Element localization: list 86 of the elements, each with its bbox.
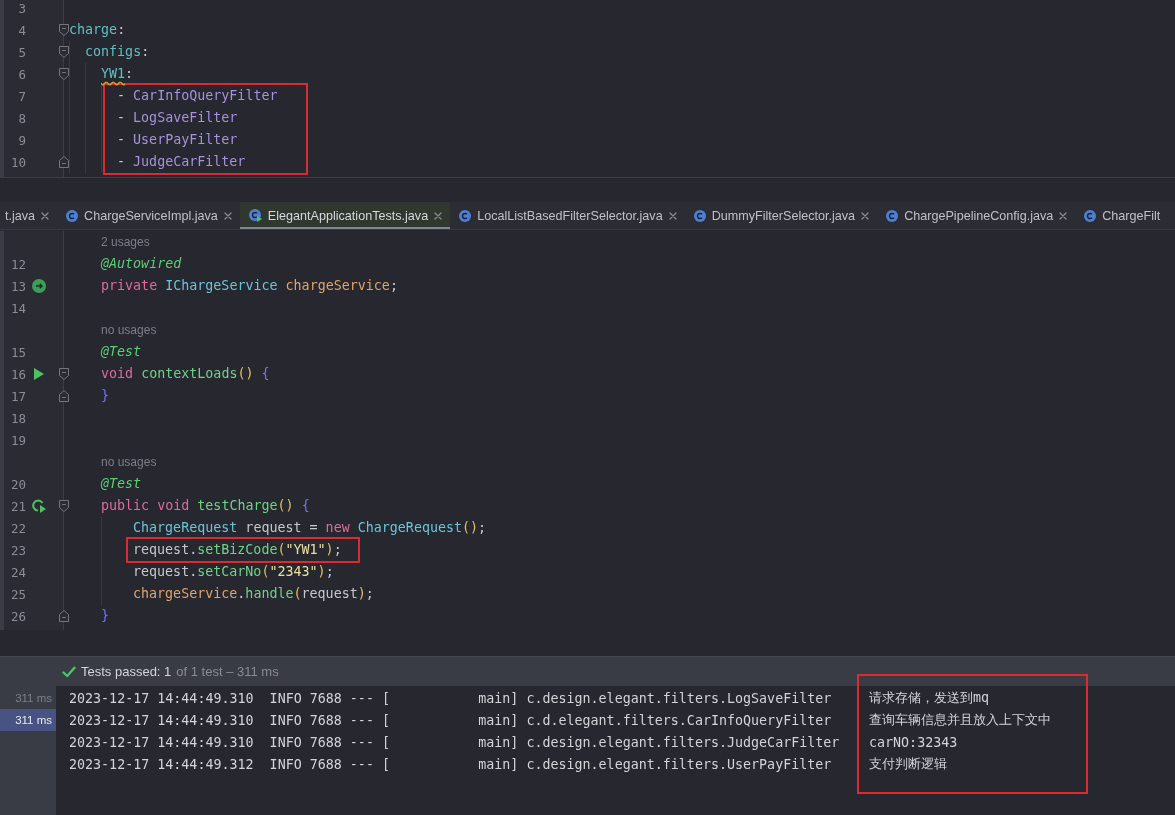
c-disc-icon bbox=[886, 209, 899, 222]
refresh-play-icon[interactable] bbox=[32, 499, 46, 513]
editor-tab[interactable]: LocalListBasedFilterSelector.java bbox=[450, 202, 685, 229]
line-number: 7 bbox=[18, 88, 26, 104]
run-icon[interactable] bbox=[34, 368, 44, 380]
code-line: void contextLoads() { bbox=[101, 365, 270, 383]
code-line: YW1: bbox=[101, 65, 134, 83]
fold-start-icon[interactable] bbox=[59, 46, 69, 58]
editor-tab[interactable]: t.java bbox=[0, 202, 58, 229]
code-line: ChargeRequest request = new ChargeRequest(); bbox=[133, 519, 487, 537]
code-line: chargeService.handle(request); bbox=[133, 585, 374, 603]
usage-hint[interactable]: no usages bbox=[101, 323, 157, 337]
code-line: configs: bbox=[85, 43, 150, 61]
log-message: 查询车辆信息并且放入上下文中 bbox=[869, 711, 1051, 729]
line-number: 9 bbox=[18, 132, 26, 148]
close-icon[interactable] bbox=[41, 211, 50, 220]
test-status: Tests passed: 1 bbox=[81, 664, 172, 679]
code-line: - LogSaveFilter bbox=[117, 109, 238, 127]
code-line: @Autowired bbox=[101, 255, 182, 273]
log-line: 2023-12-17 14:44:49.312 INFO 7688 --- [ main] c.design.elegant.filters.UserPayFilter bbox=[69, 756, 832, 772]
line-number: 20 bbox=[10, 476, 26, 492]
fold-end-icon[interactable] bbox=[59, 610, 69, 622]
line-number: 25 bbox=[10, 586, 26, 602]
line-number: 12 bbox=[10, 256, 26, 272]
c-disc-play-icon bbox=[248, 209, 262, 222]
editor-tab[interactable]: ElegantApplicationTests.java bbox=[239, 202, 451, 229]
line-number: 14 bbox=[10, 300, 26, 316]
line-number: 16 bbox=[10, 366, 26, 382]
line-number: 19 bbox=[10, 432, 26, 448]
log-line: 2023-12-17 14:44:49.310 INFO 7688 --- [ main] c.design.elegant.filters.LogSaveFilter bbox=[69, 690, 832, 706]
line-number: 21 bbox=[10, 498, 26, 514]
line-number: 17 bbox=[10, 388, 26, 404]
line-number: 6 bbox=[18, 66, 26, 82]
log-message: 请求存储，发送到mq bbox=[869, 689, 990, 707]
code-line: - CarInfoQueryFilter bbox=[117, 87, 278, 105]
line-number: 23 bbox=[10, 542, 26, 558]
c-disc-icon bbox=[1084, 209, 1097, 222]
editor-tab[interactable]: ChargePipelineConfig.java bbox=[877, 202, 1076, 229]
fold-end-icon[interactable] bbox=[59, 156, 69, 168]
code-line: charge: bbox=[69, 21, 126, 39]
editor-tab[interactable]: ChargeServiceImpl.java bbox=[57, 202, 240, 229]
code-line: } bbox=[101, 387, 110, 405]
usage-hint[interactable]: no usages bbox=[101, 455, 157, 469]
close-icon[interactable] bbox=[223, 211, 232, 220]
code-line: @Test bbox=[101, 343, 142, 361]
test-duration-item[interactable]: 311 ms bbox=[0, 709, 56, 731]
line-number: 13 bbox=[10, 278, 26, 294]
line-number: 10 bbox=[10, 154, 26, 170]
close-icon[interactable] bbox=[668, 211, 677, 220]
code-line: } bbox=[101, 607, 110, 625]
c-disc-icon bbox=[66, 209, 79, 222]
code-line: request.setCarNo("2343"); bbox=[133, 563, 334, 581]
editor-tab[interactable]: ChargeFilt bbox=[1075, 202, 1161, 229]
log-message: 支付判断逻辑 bbox=[869, 755, 947, 773]
line-number: 22 bbox=[10, 520, 26, 536]
log-line: 2023-12-17 14:44:49.310 INFO 7688 --- [ main] c.design.elegant.filters.JudgeCarFilter bbox=[69, 734, 840, 750]
fold-end-icon[interactable] bbox=[59, 390, 69, 402]
fold-start-icon[interactable] bbox=[59, 368, 69, 380]
test-detail: of 1 test – 311 ms bbox=[176, 664, 279, 679]
code-line: private IChargeService chargeService; bbox=[101, 277, 398, 295]
line-number: 24 bbox=[10, 564, 26, 580]
fold-start-icon[interactable] bbox=[59, 500, 69, 512]
code-line: - UserPayFilter bbox=[117, 131, 238, 149]
line-number: 8 bbox=[18, 110, 26, 126]
code-line: public void testCharge() { bbox=[101, 497, 310, 515]
close-icon[interactable] bbox=[1059, 211, 1068, 220]
code-line: @Test bbox=[101, 475, 142, 493]
check-icon bbox=[62, 665, 76, 678]
line-number: 18 bbox=[10, 410, 26, 426]
close-icon[interactable] bbox=[861, 211, 870, 220]
line-number: 5 bbox=[18, 44, 26, 60]
line-number: 4 bbox=[18, 22, 26, 38]
line-number: 3 bbox=[18, 0, 26, 16]
code-line: - JudgeCarFilter bbox=[117, 153, 246, 171]
editor-tab[interactable]: DummyFilterSelector.java bbox=[684, 202, 878, 229]
line-number: 15 bbox=[10, 344, 26, 360]
fold-start-icon[interactable] bbox=[59, 24, 69, 36]
line-number: 26 bbox=[10, 608, 26, 624]
log-line: 2023-12-17 14:44:49.310 INFO 7688 --- [ main] c.d.elegant.filters.CarInfoQueryFilter bbox=[69, 712, 832, 728]
close-icon[interactable] bbox=[434, 211, 443, 220]
c-disc-icon bbox=[693, 209, 706, 222]
code-line: request.setBizCode("YW1"); bbox=[133, 541, 342, 559]
usage-hint[interactable]: 2 usages bbox=[101, 235, 150, 249]
log-message: carNO:32343 bbox=[869, 734, 958, 750]
c-disc-icon bbox=[459, 209, 472, 222]
fold-start-icon[interactable] bbox=[59, 68, 69, 80]
